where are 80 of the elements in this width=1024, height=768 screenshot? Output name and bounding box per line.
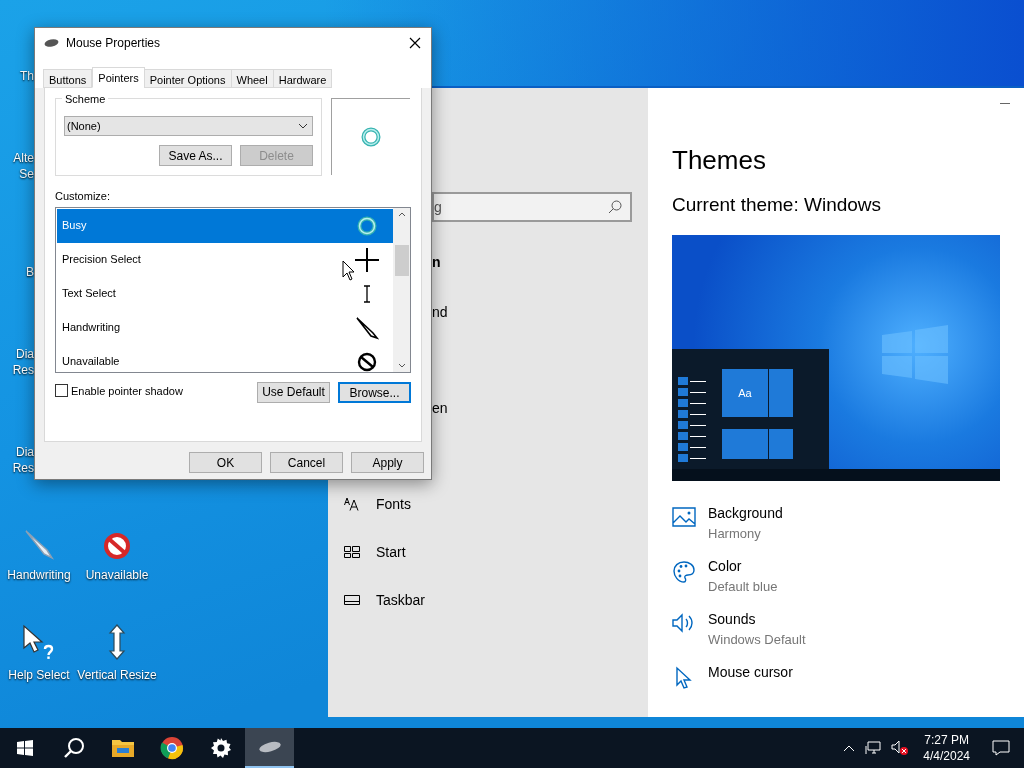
close-icon[interactable] xyxy=(409,37,421,49)
desktop-icon[interactable]: Vertical Resize xyxy=(78,600,156,684)
desktop-icon[interactable]: Help Select xyxy=(0,600,78,684)
button[interactable]: Apply xyxy=(351,452,424,473)
theme-option[interactable]: Mouse cursor xyxy=(672,662,1024,706)
list-item[interactable]: Precision Select xyxy=(57,242,393,277)
button[interactable]: Use Default xyxy=(257,381,330,403)
windows-logo-icon xyxy=(882,325,948,384)
font-icon xyxy=(344,497,360,511)
tab[interactable]: Buttons xyxy=(43,69,93,88)
search-icon xyxy=(608,200,622,214)
browser-icon xyxy=(159,736,184,760)
theme-option[interactable]: Background Harmony xyxy=(672,503,1024,547)
tab[interactable]: Wheel xyxy=(230,69,274,88)
taskbar-icon xyxy=(344,595,360,605)
button[interactable]: Cancel xyxy=(270,452,343,473)
windows-logo-icon xyxy=(16,740,33,756)
tiles-icon xyxy=(344,546,360,558)
no-entry-icon xyxy=(103,532,131,560)
checkbox-label: Enable pointer shadow xyxy=(71,383,183,399)
list-item[interactable]: Busy xyxy=(57,208,393,243)
nav-item[interactable]: Fonts xyxy=(328,480,648,528)
clock[interactable]: 7:27 PM 4/4/2024 xyxy=(919,732,974,764)
list-item[interactable]: Text Select xyxy=(57,276,393,311)
pen-icon xyxy=(23,528,55,560)
arrow-question-icon xyxy=(22,624,56,660)
mouse-icon xyxy=(44,39,59,47)
scroll-down-icon[interactable] xyxy=(397,362,406,368)
desktop-icon[interactable]: Handwriting xyxy=(0,500,78,584)
chevron-up-icon[interactable] xyxy=(843,744,856,752)
tab[interactable]: Pointers xyxy=(92,67,145,88)
muted-speaker-icon[interactable] xyxy=(891,740,910,756)
theme-option[interactable]: Sounds Windows Default xyxy=(672,609,1024,653)
cursor-icon xyxy=(675,666,693,690)
scheme-dropdown[interactable]: (None) xyxy=(64,116,313,136)
theme-option[interactable]: Color Default blue xyxy=(672,556,1024,600)
tab[interactable]: Hardware xyxy=(272,69,333,88)
button[interactable]: Save As... xyxy=(159,145,232,166)
busy-ring-icon xyxy=(356,214,378,237)
preview-tile: Aa xyxy=(722,369,768,417)
scroll-thumb[interactable] xyxy=(394,244,409,276)
mouse-pointer-icon xyxy=(342,259,356,282)
list-item[interactable]: Handwriting xyxy=(57,310,393,345)
list-item[interactable]: Unavailable xyxy=(57,344,393,372)
search-field[interactable]: g xyxy=(432,192,632,222)
network-icon[interactable] xyxy=(865,741,882,755)
crosshair-icon xyxy=(354,246,380,273)
desktop-icon[interactable]: Unavailable xyxy=(78,500,156,584)
tab[interactable]: Pointer Options xyxy=(143,69,232,88)
image-icon xyxy=(672,507,696,527)
tile xyxy=(769,428,793,459)
checkbox[interactable] xyxy=(55,384,68,398)
vertical-arrows-icon xyxy=(108,624,126,660)
palette-icon xyxy=(672,560,696,584)
window-title: Mouse Properties xyxy=(66,35,161,52)
pen-icon xyxy=(355,315,379,340)
tile xyxy=(722,428,768,459)
nav-item[interactable]: Start xyxy=(328,528,648,576)
settings-icon xyxy=(209,737,232,759)
nav-item[interactable]: nd xyxy=(432,301,448,323)
nav-item[interactable]: en xyxy=(432,397,448,419)
speaker-icon xyxy=(672,613,696,633)
mouse-icon xyxy=(257,741,282,753)
folder-icon xyxy=(110,738,135,758)
scroll-up-icon[interactable] xyxy=(397,211,406,217)
page-heading: Themes xyxy=(672,144,767,177)
notification-icon[interactable] xyxy=(992,740,1010,756)
button[interactable]: OK xyxy=(189,452,262,473)
search-icon xyxy=(62,737,85,759)
text-cursor-icon xyxy=(362,284,372,303)
button[interactable]: Browse... xyxy=(338,381,411,403)
tile xyxy=(769,369,793,417)
section-heading: Current theme: Windows xyxy=(672,192,883,217)
nav-item[interactable]: n xyxy=(432,251,441,273)
scrollbar[interactable] xyxy=(393,207,410,372)
customize-label: Customize: xyxy=(55,189,112,204)
chevron-down-icon xyxy=(298,123,308,129)
nav-item[interactable]: Taskbar xyxy=(328,576,648,624)
no-entry-icon xyxy=(357,351,377,372)
busy-ring-icon xyxy=(360,126,382,148)
